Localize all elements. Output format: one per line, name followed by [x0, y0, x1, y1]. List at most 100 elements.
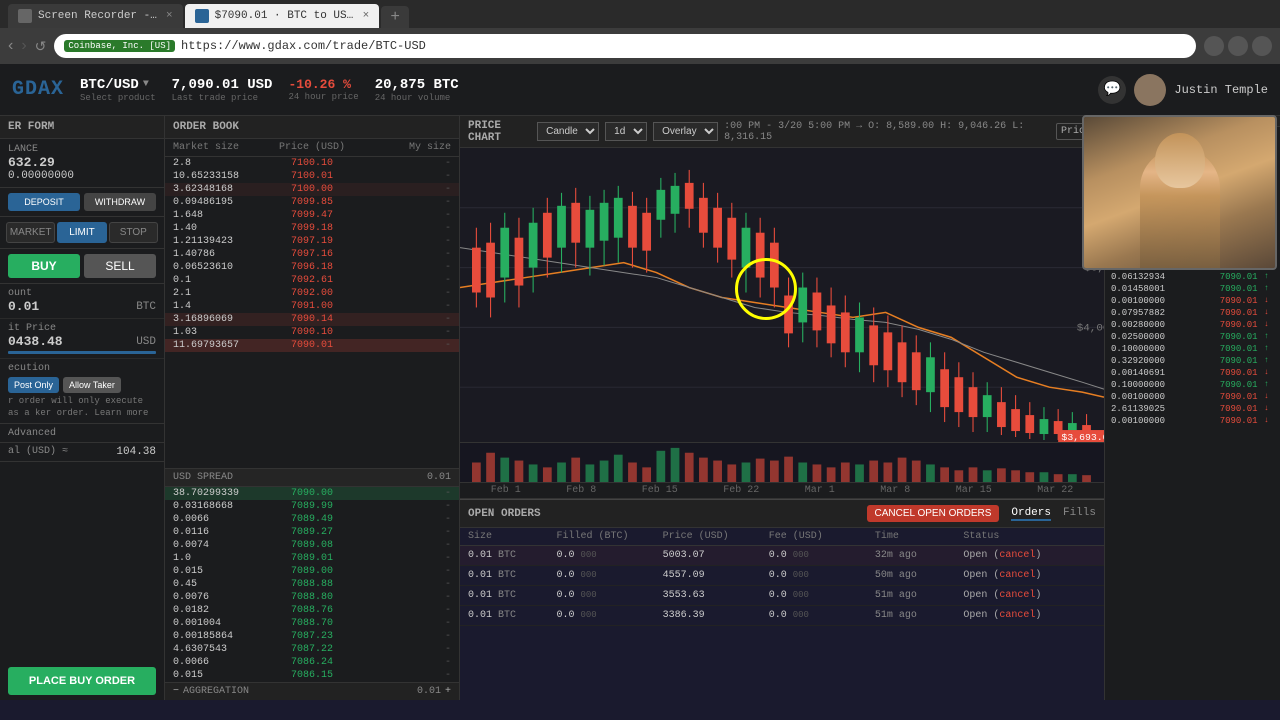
- bid-row-7[interactable]: 0.015 7089.00 -: [165, 565, 459, 578]
- address-url[interactable]: https://www.gdax.com/trade/BTC-USD: [181, 39, 426, 53]
- or4-time: 51m ago: [875, 610, 963, 621]
- back-button[interactable]: ‹: [8, 37, 13, 55]
- withdraw-button[interactable]: WITHDRAW: [84, 193, 156, 211]
- tab-close-icon-active[interactable]: ×: [363, 10, 370, 22]
- tf-row-18: 0.02500000 7090.01 ↑: [1105, 331, 1280, 343]
- or4-filled: 0.0 000: [556, 610, 662, 621]
- ask-row-14[interactable]: 1.03 7090.10 -: [165, 326, 459, 339]
- sell-button[interactable]: SELL: [84, 254, 156, 278]
- cancel-open-orders-button[interactable]: CANCEL OPEN ORDERS: [867, 505, 1000, 522]
- spread-row: USD SPREAD 0.01: [165, 468, 459, 487]
- place-buy-order-button[interactable]: PLACE BUY ORDER: [8, 667, 156, 695]
- bid-row-5[interactable]: 0.0074 7089.08 -: [165, 539, 459, 552]
- orders-tab[interactable]: Orders: [1011, 507, 1051, 521]
- open-orders-cols: Size Filled (BTC) Price (USD) Fee (USD) …: [460, 528, 1104, 546]
- ask-row-4[interactable]: 0.09486195 7099.85 -: [165, 196, 459, 209]
- order-row-4[interactable]: 0.01 BTC 0.0 000 3386.39 0.0 000 51m ago…: [460, 606, 1104, 626]
- browser-icon-3[interactable]: [1252, 36, 1272, 56]
- bid-row-13[interactable]: 4.6307543 7087.22 -: [165, 643, 459, 656]
- amount-unit: BTC: [136, 301, 156, 313]
- ask-row-9[interactable]: 0.06523610 7096.18 -: [165, 261, 459, 274]
- deposit-button[interactable]: DEPOSIT: [8, 193, 80, 211]
- order-form-panel: ER FORM LANCE 632.29 0.00000000 DEPOSIT …: [0, 116, 165, 700]
- tab-gdax[interactable]: $7090.01 · BTC to USD B... ×: [185, 4, 380, 28]
- fills-tab[interactable]: Fills: [1063, 507, 1096, 521]
- order-row-2[interactable]: 0.01 BTC 0.0 000 4557.09 0.0 000 50m ago…: [460, 566, 1104, 586]
- timeframe-select[interactable]: 1d: [605, 122, 647, 141]
- or1-price: 5003.07: [663, 550, 769, 561]
- or2-cancel-link[interactable]: cancel: [999, 570, 1035, 581]
- bid-row-3[interactable]: 0.0066 7089.49 -: [165, 513, 459, 526]
- browser-icon-2[interactable]: [1228, 36, 1248, 56]
- browser-icon-1[interactable]: [1204, 36, 1224, 56]
- order-row-3[interactable]: 0.01 BTC 0.0 000 3553.63 0.0 000 51m ago…: [460, 586, 1104, 606]
- open-orders-title: OPEN ORDERS: [468, 508, 541, 520]
- ask-row-13[interactable]: 3.16896069 7090.14 -: [165, 313, 459, 326]
- forward-button[interactable]: ›: [21, 37, 26, 55]
- product-name: BTC/USD: [80, 77, 139, 93]
- ask-row-12[interactable]: 1.4 7091.00 -: [165, 300, 459, 313]
- ask-row-7[interactable]: 1.21139423 7097.19 -: [165, 235, 459, 248]
- ask-row-6[interactable]: 1.40 7099.18 -: [165, 222, 459, 235]
- execution-label: ecution: [8, 363, 156, 374]
- webcam-overlay: [1082, 115, 1277, 270]
- browser-tabs-bar: Screen Recorder - Reco... × $7090.01 · B…: [0, 0, 1280, 28]
- chart-header: PRICE CHART Candle 1d Overlay :00 PM - 3…: [460, 116, 1104, 148]
- or4-cancel-link[interactable]: cancel: [999, 610, 1035, 621]
- browser-chrome: Screen Recorder - Reco... × $7090.01 · B…: [0, 0, 1280, 64]
- product-dropdown-icon[interactable]: ▼: [143, 79, 149, 90]
- ask-row-2[interactable]: 10.65233158 7100.01 -: [165, 170, 459, 183]
- bid-row-9[interactable]: 0.0076 7088.80 -: [165, 591, 459, 604]
- oo-col-filled: Filled (BTC): [556, 531, 662, 542]
- ask-row-10[interactable]: 0.1 7092.61 -: [165, 274, 459, 287]
- limit-tab[interactable]: LIMIT: [57, 222, 106, 243]
- post-only-button[interactable]: Post Only: [8, 377, 59, 393]
- amount-value: 0.01: [8, 299, 39, 314]
- bid-row-4[interactable]: 0.0116 7089.27 -: [165, 526, 459, 539]
- balance-label: LANCE: [8, 144, 156, 155]
- bid-row-15[interactable]: 0.015 7086.15 -: [165, 669, 459, 682]
- advanced-link[interactable]: Advanced: [8, 428, 56, 439]
- ask-row-8[interactable]: 1.40786 7097.16 -: [165, 248, 459, 261]
- ask-row-3[interactable]: 3.62348168 7100.00 -: [165, 183, 459, 196]
- ask-row-5[interactable]: 1.648 7099.47 -: [165, 209, 459, 222]
- product-selector[interactable]: BTC/USD ▼ Select product: [80, 77, 156, 103]
- tab-screen-recorder[interactable]: Screen Recorder - Reco... ×: [8, 4, 183, 28]
- candle-select[interactable]: Candle: [537, 122, 599, 141]
- or1-status: Open (cancel): [963, 550, 1096, 561]
- market-tab[interactable]: MARKET: [6, 222, 55, 243]
- bid-row-10[interactable]: 0.0182 7088.76 -: [165, 604, 459, 617]
- overlay-select[interactable]: Overlay: [653, 122, 718, 141]
- notifications-icon[interactable]: 💬: [1098, 76, 1126, 104]
- svg-text:$3,693.00: $3,693.00: [1061, 432, 1104, 442]
- bid-row-6[interactable]: 1.0 7089.01 -: [165, 552, 459, 565]
- ask-row-11[interactable]: 2.1 7092.00 -: [165, 287, 459, 300]
- tab-new[interactable]: +: [381, 6, 409, 28]
- agg-plus-icon[interactable]: +: [445, 686, 451, 697]
- tab-close-icon[interactable]: ×: [166, 10, 173, 22]
- reload-button[interactable]: ↺: [35, 38, 47, 55]
- agg-minus-icon[interactable]: −: [173, 686, 179, 697]
- order-book-asks: 2.8 7100.10 - 10.65233158 7100.01 - 3.62…: [165, 157, 459, 468]
- bid-row-11[interactable]: 0.001004 7088.70 -: [165, 617, 459, 630]
- bid-row-12[interactable]: 0.00185864 7087.23 -: [165, 630, 459, 643]
- buy-button[interactable]: BUY: [8, 254, 80, 278]
- or1-cancel-link[interactable]: cancel: [999, 550, 1035, 561]
- order-row-1[interactable]: 0.01 BTC 0.0 000 5003.07 0.0 000 32m ago…: [460, 546, 1104, 566]
- ohlc-info: :00 PM - 3/20 5:00 PM → O: 8,589.00 H: 9…: [724, 121, 1050, 143]
- header-volume: 20,875 BTC 24 hour volume: [375, 77, 459, 103]
- or1-fee: 0.0 000: [769, 550, 875, 561]
- bid-row-8[interactable]: 0.45 7088.88 -: [165, 578, 459, 591]
- or2-fee: 0.0 000: [769, 570, 875, 581]
- time-label-3: Feb 15: [642, 485, 678, 496]
- stop-tab[interactable]: STOP: [109, 222, 158, 243]
- bid-row-14[interactable]: 0.0066 7086.24 -: [165, 656, 459, 669]
- order-form-header: ER FORM: [0, 116, 164, 139]
- bid-row-1[interactable]: 38.70299339 7090.00 -: [165, 487, 459, 500]
- ask-row-15[interactable]: 11.69793657 7090.01 -: [165, 339, 459, 352]
- allow-taker-button[interactable]: Allow Taker: [63, 377, 121, 393]
- ask-row-1[interactable]: 2.8 7100.10 -: [165, 157, 459, 170]
- bid-row-2[interactable]: 0.03168668 7089.99 -: [165, 500, 459, 513]
- tf-row-17: 0.00280000 7090.01 ↓: [1105, 319, 1280, 331]
- or3-cancel-link[interactable]: cancel: [999, 590, 1035, 601]
